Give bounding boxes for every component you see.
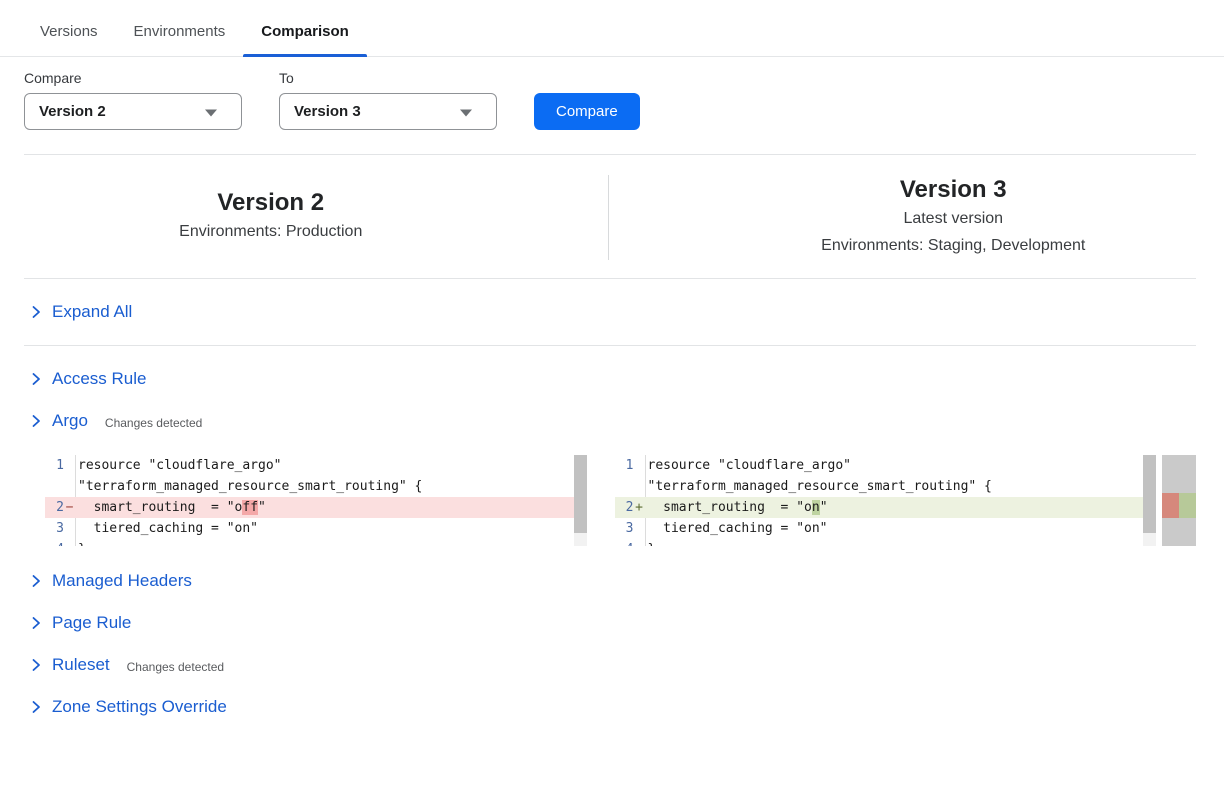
diff-line: 4} — [615, 539, 1157, 546]
chevron-right-icon — [28, 371, 44, 387]
diff-sign — [634, 539, 645, 546]
section-ruleset[interactable]: Ruleset Changes detected — [0, 644, 1224, 686]
section-label: Page Rule — [52, 613, 131, 633]
line-number: 1 — [615, 455, 634, 476]
code-text: smart_routing = "on" — [645, 497, 828, 518]
diff-sign — [634, 518, 645, 539]
section-label: Access Rule — [52, 369, 146, 389]
to-field: To Version 3 — [279, 70, 497, 130]
line-number: 3 — [615, 518, 634, 539]
diff-sign — [634, 455, 645, 476]
diff-right-pane: 1 resource "cloudflare_argo" "terraform_m… — [615, 455, 1157, 546]
diff-line-added: 2+ smart_routing = "on" — [615, 497, 1157, 518]
changes-detected-badge: Changes detected — [127, 657, 224, 674]
section-label: Argo — [52, 411, 88, 431]
code-text: "terraform_managed_resource_smart_routin… — [645, 476, 992, 497]
diff-line: 3 tiered_caching = "on" — [45, 518, 587, 539]
tab-comparison[interactable]: Comparison — [243, 23, 367, 56]
diff-sign — [64, 476, 75, 497]
tab-bar: Versions Environments Comparison — [0, 0, 1224, 57]
minimap-removed-mark — [1162, 493, 1179, 518]
scrollbar[interactable] — [574, 455, 587, 546]
diff-sign: + — [634, 497, 645, 518]
diff-line-removed: 2− smart_routing = "off" — [45, 497, 587, 518]
chevron-right-icon — [28, 699, 44, 715]
tab-versions[interactable]: Versions — [22, 23, 116, 56]
code-text: resource "cloudflare_argo" — [645, 455, 852, 476]
diff-left-pane: 1 resource "cloudflare_argo" "terraform_m… — [45, 455, 587, 546]
diff-line: 1 resource "cloudflare_argo" — [45, 455, 587, 476]
compare-label: Compare — [24, 70, 242, 86]
compare-to-select[interactable]: Version 3 — [279, 93, 497, 130]
tab-environments[interactable]: Environments — [116, 23, 244, 56]
code-text: smart_routing = "off" — [75, 497, 266, 518]
scrollbar-thumb[interactable] — [1143, 455, 1156, 533]
diff-sign — [64, 455, 75, 476]
version-headers: Version 2 Environments: Production Versi… — [0, 155, 1224, 278]
scrollbar[interactable] — [1143, 455, 1156, 546]
compare-field: Compare Version 2 — [24, 70, 242, 130]
section-label: Managed Headers — [52, 571, 192, 591]
code-text: } — [645, 539, 656, 546]
right-version-panel: Version 3 Latest version Environments: S… — [609, 155, 1224, 278]
compare-to-value: Version 3 — [294, 103, 361, 120]
line-number — [45, 476, 64, 497]
line-number: 3 — [45, 518, 64, 539]
left-version-environments: Environments: Production — [0, 218, 542, 245]
section-zone-settings-override[interactable]: Zone Settings Override — [0, 686, 1224, 728]
diff-line-wrap: "terraform_managed_resource_smart_routin… — [45, 476, 587, 497]
compare-from-select[interactable]: Version 2 — [24, 93, 242, 130]
chevron-right-icon — [28, 304, 44, 320]
section-argo[interactable]: Argo Changes detected — [0, 400, 1224, 442]
section-label: Zone Settings Override — [52, 697, 227, 717]
code-text: resource "cloudflare_argo" — [75, 455, 282, 476]
compare-from-value: Version 2 — [39, 103, 106, 120]
section-list: Access Rule Argo Changes detected 1 resou… — [0, 346, 1224, 728]
left-version-title: Version 2 — [0, 188, 542, 218]
diff-line: 4} — [45, 539, 587, 546]
scrollbar-thumb[interactable] — [574, 455, 587, 533]
code-text: tiered_caching = "on" — [75, 518, 258, 539]
chevron-down-icon — [460, 109, 472, 116]
section-label: Ruleset — [52, 655, 110, 675]
line-number: 4 — [45, 539, 64, 546]
line-number — [615, 476, 634, 497]
chevron-down-icon — [205, 109, 217, 116]
code-text: tiered_caching = "on" — [645, 518, 828, 539]
chevron-right-icon — [28, 657, 44, 673]
chevron-right-icon — [28, 413, 44, 429]
code-text: "terraform_managed_resource_smart_routin… — [75, 476, 422, 497]
right-version-title: Version 3 — [683, 175, 1224, 205]
section-managed-headers[interactable]: Managed Headers — [0, 560, 1224, 602]
section-page-rule[interactable]: Page Rule — [0, 602, 1224, 644]
right-version-latest: Latest version — [683, 205, 1224, 232]
changes-detected-badge: Changes detected — [105, 413, 202, 430]
code-text: } — [75, 539, 86, 546]
section-access-rule[interactable]: Access Rule — [0, 358, 1224, 400]
left-version-panel: Version 2 Environments: Production — [0, 155, 608, 278]
expand-all-button[interactable]: Expand All — [0, 279, 1224, 345]
expand-all-label: Expand All — [52, 302, 132, 322]
argo-diff: 1 resource "cloudflare_argo" "terraform_m… — [45, 455, 1196, 546]
line-number: 1 — [45, 455, 64, 476]
to-label: To — [279, 70, 497, 86]
diff-minimap[interactable] — [1162, 455, 1196, 546]
diff-line-wrap: "terraform_managed_resource_smart_routin… — [615, 476, 1157, 497]
compare-button[interactable]: Compare — [534, 93, 640, 130]
diff-line: 3 tiered_caching = "on" — [615, 518, 1157, 539]
minimap-added-mark — [1179, 493, 1196, 518]
diff-sign — [64, 539, 75, 546]
line-number: 2 — [615, 497, 634, 518]
line-number: 2 — [45, 497, 64, 518]
diff-sign: − — [64, 497, 75, 518]
compare-form: Compare Version 2 To Version 3 Compare — [0, 57, 1224, 154]
line-number: 4 — [615, 539, 634, 546]
diff-line: 1 resource "cloudflare_argo" — [615, 455, 1157, 476]
right-version-environments: Environments: Staging, Development — [683, 232, 1224, 259]
chevron-right-icon — [28, 573, 44, 589]
diff-sign — [634, 476, 645, 497]
diff-sign — [64, 518, 75, 539]
chevron-right-icon — [28, 615, 44, 631]
